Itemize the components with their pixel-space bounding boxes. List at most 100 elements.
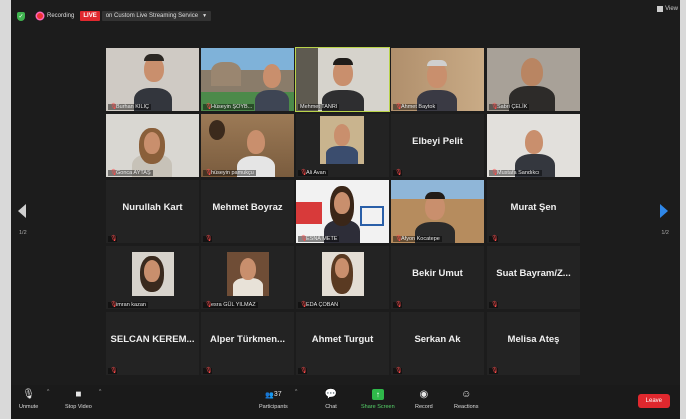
participant-tile[interactable]: 🎙 hüseyin pamukçu xyxy=(201,114,294,177)
participant-caption: 🎙 xyxy=(108,368,118,374)
participant-tile[interactable]: 🎙 Ahmet Baytok xyxy=(391,48,484,111)
unmute-label: Unmute xyxy=(19,404,39,410)
participant-tile[interactable]: Ahmet Turgut 🎙 xyxy=(296,312,389,375)
leave-button[interactable]: Leave xyxy=(637,394,670,408)
participant-tile[interactable]: 🎙 Afyon Kocatepe xyxy=(391,180,484,243)
audio-options-chevron-icon[interactable]: ^ xyxy=(47,389,49,395)
participant-name: Gonca AYTAŞ xyxy=(116,170,151,176)
live-service-label: on Custom Live Streaming Service xyxy=(105,13,199,19)
background-cave xyxy=(209,120,225,140)
participant-caption: 🎙 EDA ÇOBAN xyxy=(298,302,341,308)
participant-tile[interactable]: SELCAN KEREM... 🎙 xyxy=(106,312,199,375)
muted-mic-icon: 🎙 xyxy=(110,170,118,176)
person-face xyxy=(334,192,350,214)
participant-tile[interactable]: Murat Şen 🎙 xyxy=(487,180,580,243)
participant-tile[interactable]: 🎙 Hüseyin ŞOYB... xyxy=(201,48,294,111)
participant-tile[interactable]: Mehmet Boyraz 🎙 xyxy=(201,180,294,243)
person-face xyxy=(144,132,160,154)
person-face xyxy=(144,260,160,282)
participant-video xyxy=(296,246,389,309)
participant-caption: 🎙 xyxy=(393,302,403,308)
participant-tile[interactable]: Suat Bayram/Z... 🎙 xyxy=(487,246,580,309)
participants-button[interactable]: 👥 37 Participants xyxy=(259,389,288,410)
reactions-icon: ☺ xyxy=(461,389,472,400)
reactions-button[interactable]: ☺ Reactions xyxy=(454,389,478,410)
participant-name: Nurullah Kart xyxy=(122,202,183,213)
participant-name: imran kazan xyxy=(116,302,146,308)
meeting-toolbar: 🎙 Unmute ^ ■ Stop Video ^ 👥 37 Participan… xyxy=(11,385,680,419)
person-face xyxy=(240,258,256,280)
muted-mic-icon: 🎙 xyxy=(491,236,499,242)
record-button[interactable]: ◉ Record xyxy=(415,389,433,410)
muted-mic-icon: 🎙 xyxy=(395,236,403,242)
view-label: View xyxy=(665,6,678,12)
stop-video-button[interactable]: ■ Stop Video xyxy=(65,389,92,410)
muted-mic-icon: 🎙 xyxy=(300,368,308,374)
participants-count: 37 xyxy=(273,391,282,398)
participant-caption: 🎙 Mustafa Sandıkcı xyxy=(489,170,542,176)
participant-video xyxy=(201,114,294,177)
person-body xyxy=(255,90,289,111)
participant-tile[interactable]: Serkan Ak 🎙 xyxy=(391,312,484,375)
stop-video-label: Stop Video xyxy=(65,404,92,410)
participant-tile[interactable]: 🎙 Mustafa Sandıkcı xyxy=(487,114,580,177)
view-button[interactable]: View xyxy=(657,6,678,12)
participant-caption: 🎙 Sabri ÇELİK xyxy=(489,104,530,110)
participant-video xyxy=(391,48,484,111)
participant-tile[interactable]: 🎙 Sabri ÇELİK xyxy=(487,48,580,111)
participant-tile[interactable]: 🎙 EDA ÇOBAN xyxy=(296,246,389,309)
participant-name: EDA ÇOBAN xyxy=(306,302,339,308)
participant-tile[interactable]: 🎙 Burhan KILIÇ xyxy=(106,48,199,111)
previous-page-arrow-icon[interactable] xyxy=(18,204,26,218)
person-face xyxy=(247,130,265,154)
page-indicator-left: 1/2 xyxy=(19,230,27,236)
participant-tile[interactable]: 🎙 ESNA METE xyxy=(296,180,389,243)
muted-mic-icon: 🎙 xyxy=(491,170,499,176)
participant-caption: 🎙 Afyon Kocatepe xyxy=(393,236,442,242)
person-face xyxy=(521,58,543,86)
background-banner xyxy=(296,202,322,224)
participant-tile[interactable]: Elbeyi Pelit 🎙 xyxy=(391,114,484,177)
muted-mic-icon: 🎙 xyxy=(300,170,308,176)
participant-caption: 🎙 Hüseyin ŞOYB... xyxy=(203,104,255,110)
chat-button[interactable]: 💬 Chat xyxy=(325,389,337,410)
muted-mic-icon: 🎙 xyxy=(205,368,213,374)
participant-tile[interactable]: Nurullah Kart 🎙 xyxy=(106,180,199,243)
participant-tile[interactable]: 🎙 Ali Avan xyxy=(296,114,389,177)
participant-tile[interactable]: Melisa Ateş 🎙 xyxy=(487,312,580,375)
participant-name: Burhan KILIÇ xyxy=(116,104,150,110)
participant-video xyxy=(487,114,580,177)
participant-video xyxy=(296,180,389,243)
participant-tile[interactable]: Alper Türkmen... 🎙 xyxy=(201,312,294,375)
live-service-dropdown[interactable]: on Custom Live Streaming Service ▼ xyxy=(101,11,212,21)
muted-mic-icon: 🎙 xyxy=(205,104,213,110)
participant-tile-active-speaker[interactable]: Mehmet TANRI xyxy=(295,47,390,112)
recording-label[interactable]: Recording xyxy=(47,13,74,19)
participant-caption: 🎙 xyxy=(489,302,499,308)
participant-tile[interactable]: Bekir Umut 🎙 xyxy=(391,246,484,309)
participant-tile[interactable]: 🎙 Gonca AYTAŞ xyxy=(106,114,199,177)
video-options-chevron-icon[interactable]: ^ xyxy=(99,389,101,395)
participant-name: Mehmet TANRI xyxy=(300,104,338,110)
participants-chevron-icon[interactable]: ^ xyxy=(295,389,297,395)
share-screen-button[interactable]: ↑ Share Screen xyxy=(361,389,395,410)
participants-label: Participants xyxy=(259,404,288,410)
top-bar: ✓ Recording LIVE on Custom Live Streamin… xyxy=(11,5,680,27)
unmute-button[interactable]: 🎙 Unmute xyxy=(19,389,38,410)
participant-video xyxy=(391,180,484,243)
muted-mic-icon: 🎙 xyxy=(491,104,499,110)
participant-caption: 🎙 xyxy=(393,368,403,374)
muted-mic-icon: 🎙 xyxy=(491,368,499,374)
participant-caption: 🎙 esra GÜL YILMAZ xyxy=(203,302,258,308)
participant-tile[interactable]: 🎙 esra GÜL YILMAZ xyxy=(201,246,294,309)
participant-video xyxy=(106,246,199,309)
participant-name: Ahmet Turgut xyxy=(311,334,374,345)
next-page-arrow-icon[interactable] xyxy=(660,204,668,218)
participant-name: Ahmet Baytok xyxy=(401,104,436,110)
live-badge[interactable]: LIVE xyxy=(80,11,100,21)
participant-name: SELCAN KEREM... xyxy=(110,334,195,345)
participant-caption: 🎙 xyxy=(489,236,499,242)
participant-tile[interactable]: 🎙 imran kazan xyxy=(106,246,199,309)
muted-mic-icon: 🎙 xyxy=(395,170,403,176)
shield-icon[interactable]: ✓ xyxy=(17,11,25,21)
